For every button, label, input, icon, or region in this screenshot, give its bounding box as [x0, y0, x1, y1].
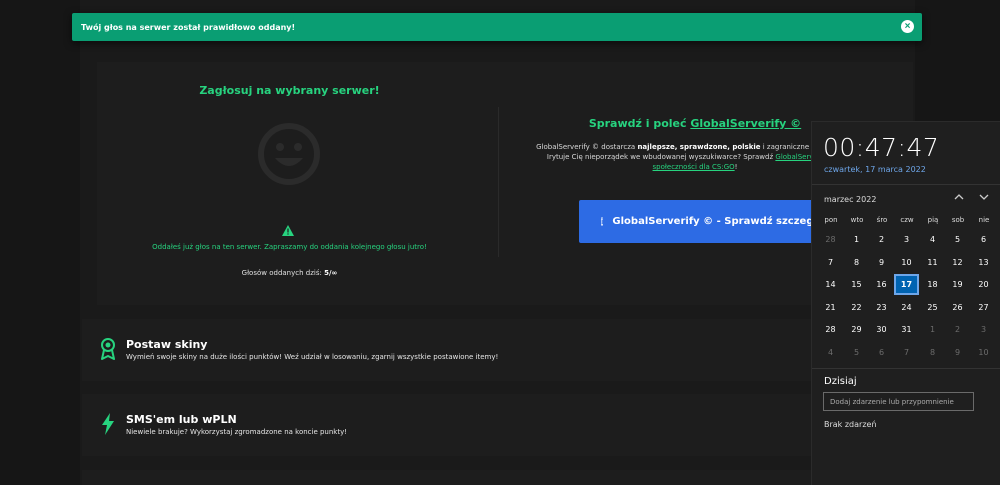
recommend-title-link[interactable]: GlobalServerify © — [690, 117, 801, 130]
feature-description: Wymień swoje skiny na duże ilości punktó… — [126, 353, 499, 361]
feature-title: Postaw skiny — [126, 338, 208, 351]
calendar-day[interactable]: 6 — [971, 229, 996, 250]
calendar-day[interactable]: 31 — [894, 319, 919, 340]
feature-title: SMS'em lub wPLN — [126, 413, 237, 426]
calendar-day[interactable]: 10 — [894, 252, 919, 273]
vote-count-label: Głosów oddanych dziś: — [241, 269, 322, 277]
desc-text: Irytuje Cię nieporządek we wbudowanej wy… — [546, 153, 776, 161]
calendar-day[interactable]: 19 — [945, 274, 970, 295]
calendar-day[interactable]: 1 — [844, 229, 869, 250]
calendar-day[interactable]: 8 — [920, 342, 945, 363]
weekday-label: pią — [927, 216, 939, 224]
weekday-label: pon — [824, 216, 838, 224]
weekday-label: śro — [876, 216, 888, 224]
calendar-day[interactable]: 5 — [945, 229, 970, 250]
calendar-day[interactable]: 29 — [844, 319, 869, 340]
chevron-up-icon[interactable] — [953, 191, 965, 203]
desc-text: GlobalServerify © dostarcza — [536, 143, 638, 151]
close-icon[interactable]: × — [901, 20, 914, 33]
calendar-day[interactable]: 9 — [945, 342, 970, 363]
calendar-day[interactable]: 15 — [844, 274, 869, 295]
already-voted-message: Oddałeś już głos na ten serwer. Zaprasza… — [152, 243, 427, 251]
today-title: Dzisiaj — [824, 376, 857, 387]
event-input[interactable] — [823, 392, 974, 411]
toast-message: Twój głos na serwer został prawidłowo od… — [81, 22, 296, 32]
chevron-down-icon[interactable] — [978, 191, 990, 203]
calendar-day[interactable]: 13 — [971, 252, 996, 273]
feature-sms[interactable]: SMS'em lub wPLN Niewiele brakuje? Wykorz… — [82, 394, 913, 456]
calendar-day[interactable]: 2 — [869, 229, 894, 250]
smiley-icon — [258, 123, 320, 185]
vote-title: Zagłosuj na wybrany serwer! — [199, 84, 380, 97]
desc-text: ! — [734, 163, 738, 171]
calendar-day-selected[interactable]: 17 — [894, 274, 919, 295]
calendar-day[interactable]: 28 — [818, 229, 843, 250]
calendar-day[interactable]: 22 — [844, 297, 869, 318]
feature-description: Niewiele brakuje? Wykorzystaj zgromadzon… — [126, 428, 348, 436]
desc-highlight: najlepsze, sprawdzone, polskie — [637, 143, 761, 151]
calendar-day[interactable]: 26 — [945, 297, 970, 318]
calendar-day[interactable]: 27 — [971, 297, 996, 318]
calendar-day[interactable]: 10 — [971, 342, 996, 363]
weekday-label: sob — [951, 216, 965, 224]
calendar-day[interactable]: 28 — [818, 319, 843, 340]
clock-time: 00:47:47 — [823, 133, 940, 162]
calendar-day[interactable]: 12 — [945, 252, 970, 273]
details-button-label: GlobalServerify © - Sprawdź szczegóły — [612, 216, 819, 227]
success-toast: Twój głos na serwer został prawidłowo od… — [72, 13, 922, 41]
calendar-day[interactable]: 18 — [920, 274, 945, 295]
vote-panel: Zagłosuj na wybrany serwer! Oddałeś już … — [97, 62, 497, 305]
feature-card-partial — [82, 470, 913, 485]
vote-count: Głosów oddanych dziś: 5/∞ — [97, 269, 482, 277]
divider — [812, 368, 1000, 369]
calendar-day[interactable]: 3 — [894, 229, 919, 250]
calendar-day[interactable]: 16 — [869, 274, 894, 295]
calendar-day[interactable]: 4 — [818, 342, 843, 363]
calendar-day[interactable]: 21 — [818, 297, 843, 318]
calendar-day[interactable]: 9 — [869, 252, 894, 273]
vote-count-value: 5/∞ — [324, 269, 338, 277]
details-button[interactable]: i GlobalServerify © - Sprawdź szczegóły — [579, 200, 819, 243]
calendar-day[interactable]: 20 — [971, 274, 996, 295]
calendar-day[interactable]: 7 — [894, 342, 919, 363]
calendar-day[interactable]: 24 — [894, 297, 919, 318]
calendar-day[interactable]: 23 — [869, 297, 894, 318]
full-date-link[interactable]: czwartek, 17 marca 2022 — [824, 165, 926, 174]
recommend-title-prefix: Sprawdź i poleć — [588, 117, 691, 130]
lightning-icon — [102, 413, 114, 435]
feature-skins[interactable]: Postaw skiny Wymień swoje skiny na duże … — [82, 319, 913, 381]
calendar-day[interactable]: 8 — [844, 252, 869, 273]
calendar-day[interactable]: 25 — [920, 297, 945, 318]
calendar-day[interactable]: 4 — [920, 229, 945, 250]
calendar-day[interactable]: 2 — [945, 319, 970, 340]
calendar-day[interactable]: 3 — [971, 319, 996, 340]
calendar-day[interactable]: 1 — [920, 319, 945, 340]
weekday-label: nie — [978, 216, 990, 224]
calendar-day[interactable]: 30 — [869, 319, 894, 340]
calendar-day[interactable]: 6 — [869, 342, 894, 363]
community-link[interactable]: społeczności dla CS:GO — [653, 163, 735, 171]
weekday-label: czw — [900, 216, 914, 224]
calendar-day[interactable]: 5 — [844, 342, 869, 363]
award-icon — [101, 338, 115, 360]
divider — [812, 184, 1000, 185]
calendar-day[interactable]: 11 — [920, 252, 945, 273]
calendar-flyout: 00:47:47 czwartek, 17 marca 2022 marzec … — [811, 121, 1000, 485]
calendar-day[interactable]: 7 — [818, 252, 843, 273]
vote-card: Zagłosuj na wybrany serwer! Oddałeś już … — [97, 62, 913, 305]
no-events-label: Brak zdarzeń — [824, 420, 877, 429]
warning-icon — [282, 225, 294, 236]
calendar-day[interactable]: 14 — [818, 274, 843, 295]
month-label[interactable]: marzec 2022 — [824, 195, 876, 204]
info-icon: i — [601, 217, 604, 226]
weekday-label: wto — [850, 216, 864, 224]
